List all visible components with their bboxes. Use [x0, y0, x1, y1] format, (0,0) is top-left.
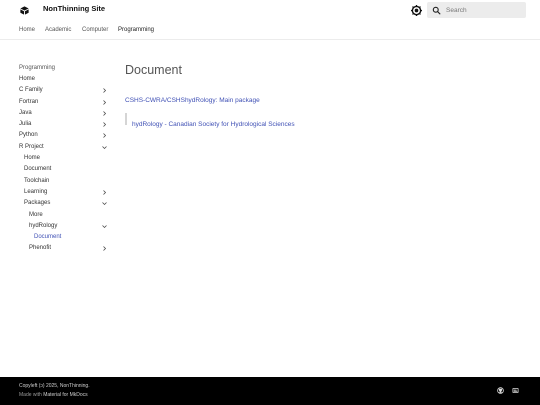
search-icon	[432, 6, 441, 14]
page-title: Document	[125, 63, 182, 77]
sidebar-item-label: Java	[19, 109, 32, 116]
site-footer: Copyleft (ↄ) 2025, NonThinning. Made wit…	[0, 377, 540, 405]
sidebar-item-c-family[interactable]: C Family	[19, 85, 111, 96]
chevron-right-icon	[103, 246, 107, 252]
sidebar-item-label: Julia	[19, 121, 32, 128]
main-package-link[interactable]: CSHS-CWRA/CSHShydRology: Main package	[125, 97, 260, 104]
github-icon[interactable]	[497, 387, 504, 394]
docker-icon[interactable]	[512, 387, 519, 394]
sidebar-item-packages[interactable]: Packages	[19, 198, 111, 209]
sidebar-item-label: Fortran	[19, 98, 39, 105]
copyright-text: Copyleft (ↄ) 2025, NonThinning.	[19, 383, 90, 389]
sidebar-item-label: Document	[24, 166, 52, 173]
chevron-right-icon	[103, 190, 107, 195]
sidebar-item-label: Learning	[24, 188, 48, 195]
sidebar-item-phenofit[interactable]: Phenofit	[19, 243, 111, 254]
chevron-right-icon	[103, 133, 107, 139]
sidebar-item-java[interactable]: Java	[19, 108, 111, 119]
sidebar-item-hydrology[interactable]: hydRology	[19, 221, 111, 232]
chevron-down-icon	[102, 225, 107, 228]
sidebar-item-label: Phenofit	[29, 245, 52, 252]
sidebar-item-label: R Project	[19, 143, 44, 150]
tab-academic[interactable]: Academic	[45, 27, 71, 33]
tab-home[interactable]: Home	[19, 27, 35, 33]
sidebar-item-label: Home	[19, 76, 36, 82]
sidebar-item-toolchain[interactable]: Toolchain	[19, 176, 111, 187]
sidebar-item-more[interactable]: More	[19, 210, 111, 221]
sidebar-item-label: Home	[24, 155, 41, 162]
main-content: Document CSHS-CWRA/CSHShydRology: Main p…	[125, 60, 525, 128]
tab-programming[interactable]: Programming	[118, 27, 154, 33]
sidebar-item-julia[interactable]: Julia	[19, 119, 111, 130]
sidebar-nav: Programming Home C Family Fortran Java J…	[19, 63, 111, 255]
site-title: NonThinning Site	[43, 4, 106, 13]
chevron-down-icon	[102, 146, 107, 149]
made-with-prefix: Made with	[19, 392, 44, 398]
sidebar-item-learning[interactable]: Learning	[19, 187, 111, 198]
chevron-right-icon	[103, 122, 107, 127]
book-icon[interactable]	[19, 5, 30, 16]
sidebar-item-hydrology-document[interactable]: Document	[19, 232, 111, 243]
sidebar-item-fortran[interactable]: Fortran	[19, 97, 111, 108]
tab-computer[interactable]: Computer	[82, 27, 108, 33]
chevron-right-icon	[103, 99, 107, 105]
sidebar-item-label: Document	[34, 234, 62, 241]
sidebar-item-label: More	[29, 211, 43, 218]
sidebar-item-r-document[interactable]: Document	[19, 164, 111, 175]
sidebar-item-label: hydRology	[29, 222, 58, 229]
palette-icon[interactable]	[411, 5, 422, 16]
sidebar-item-label: Python	[19, 132, 38, 139]
chevron-right-icon	[103, 111, 107, 116]
sidebar-item-python[interactable]: Python	[19, 130, 111, 141]
search-box[interactable]	[427, 2, 526, 18]
tabs-bar: Home Academic Computer Programming	[0, 21, 540, 40]
sidebar-title: Programming	[19, 65, 56, 71]
blockquote: hydRology - Canadian Society for Hydrolo…	[125, 113, 295, 128]
made-with-text: Made with Material for MkDocs	[19, 392, 88, 398]
sidebar-item-r-project[interactable]: R Project	[19, 142, 111, 153]
hydrology-society-link[interactable]: hydRology - Canadian Society for Hydrolo…	[132, 121, 295, 128]
mkdocs-material-link[interactable]: Material for MkDocs	[43, 392, 87, 398]
chevron-down-icon	[102, 202, 107, 206]
sidebar-item-home[interactable]: Home	[19, 74, 111, 85]
sidebar-item-label: C Family	[19, 87, 43, 94]
sidebar-item-label: Toolchain	[24, 177, 50, 184]
sidebar-item-label: Packages	[24, 200, 51, 207]
site-header: NonThinning Site	[0, 0, 540, 21]
chevron-right-icon	[103, 88, 107, 94]
search-input[interactable]	[446, 6, 516, 14]
sidebar-item-r-home[interactable]: Home	[19, 153, 111, 164]
